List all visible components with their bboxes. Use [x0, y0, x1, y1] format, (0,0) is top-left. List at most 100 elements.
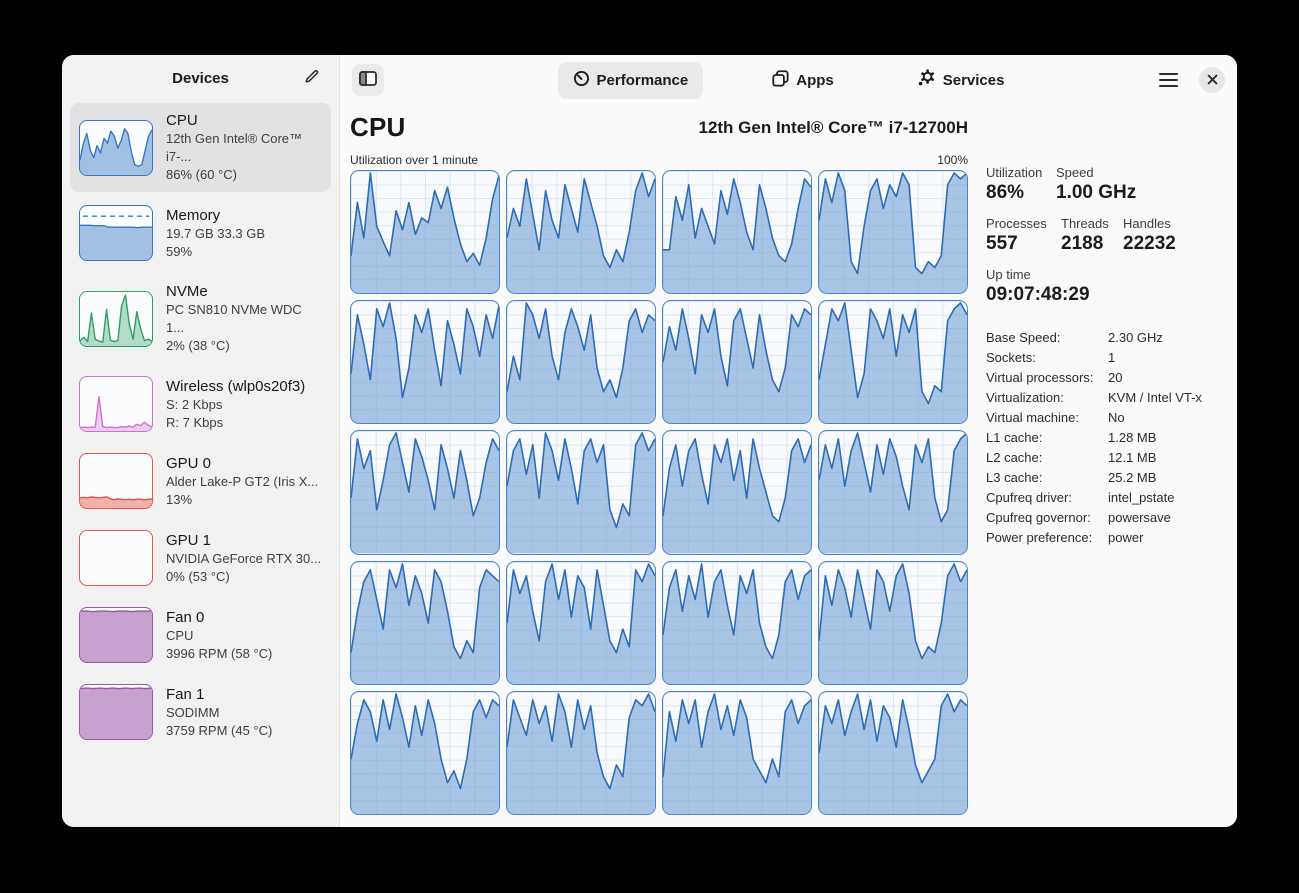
core-graph-20: [818, 691, 968, 815]
sidebar-item-memory[interactable]: Memory19.7 GB 33.3 GB59%: [70, 197, 331, 269]
performance-content: CPU 12th Gen Intel® Core™ i7-12700H Util…: [340, 105, 1237, 827]
detail-value: No: [1108, 408, 1225, 428]
device-status: 2% (38 °C): [166, 337, 322, 355]
detail-row: L1 cache:1.28 MB: [986, 428, 1225, 448]
detail-row: Virtual processors:20: [986, 368, 1225, 388]
window-controls: [1153, 65, 1225, 95]
fan1-mini-graph: [79, 684, 153, 740]
core-graph-1: [350, 170, 500, 294]
detail-label: L3 cache:: [986, 468, 1108, 488]
core-graph-9: [350, 430, 500, 554]
detail-label: Virtual processors:: [986, 368, 1108, 388]
core-graph-18: [506, 691, 656, 815]
detail-label: Sockets:: [986, 348, 1108, 368]
services-gear-icon: [918, 69, 936, 91]
graph-max-label: 100%: [937, 153, 968, 167]
detail-label: Power preference:: [986, 528, 1108, 548]
sidebar-title: Devices: [172, 70, 229, 87]
sidebar-item-cpu[interactable]: CPU12th Gen Intel® Core™ i7-...86% (60 °…: [70, 103, 331, 192]
detail-value: 20: [1108, 368, 1225, 388]
detail-label: Cpufreq governor:: [986, 508, 1108, 528]
gpu0-mini-graph: [79, 453, 153, 509]
close-button[interactable]: [1199, 67, 1225, 93]
sidebar-header: Devices: [62, 55, 339, 101]
pencil-icon: [303, 68, 320, 88]
app-window: Devices CPU12th Gen Intel® Core™ i7-...8…: [62, 55, 1237, 827]
cpu-details-list: Base Speed:2.30 GHzSockets:1Virtual proc…: [986, 328, 1225, 548]
detail-row: L2 cache:12.1 MB: [986, 448, 1225, 468]
device-subtitle: Alder Lake-P GT2 (Iris X...: [166, 473, 318, 491]
detail-label: Cpufreq driver:: [986, 488, 1108, 508]
stat-processes: Processes 557: [986, 216, 1061, 255]
device-status: 3996 RPM (58 °C): [166, 645, 272, 663]
detail-label: Virtualization:: [986, 388, 1108, 408]
sidebar-item-wireless[interactable]: Wireless (wlp0s20f3)S: 2 KbpsR: 7 Kbps: [70, 368, 331, 440]
per-core-utilization-grid: [350, 170, 968, 815]
device-subtitle: NVIDIA GeForce RTX 30...: [166, 550, 321, 568]
core-graph-2: [506, 170, 656, 294]
detail-label: Virtual machine:: [986, 408, 1108, 428]
detail-value: intel_pstate: [1108, 488, 1225, 508]
detail-value: 1.28 MB: [1108, 428, 1225, 448]
core-graph-8: [818, 300, 968, 424]
detail-row: L3 cache:25.2 MB: [986, 468, 1225, 488]
cpu-mini-graph: [79, 120, 153, 176]
detail-value: power: [1108, 528, 1225, 548]
nvme-mini-graph: [79, 291, 153, 347]
edit-devices-button[interactable]: [297, 64, 325, 92]
device-title: GPU 0: [166, 454, 318, 473]
tab-services[interactable]: Services: [903, 61, 1020, 99]
core-graph-10: [506, 430, 656, 554]
device-subtitle: SODIMM: [166, 704, 272, 722]
hamburger-menu-button[interactable]: [1153, 65, 1183, 95]
core-graph-15: [662, 561, 812, 685]
device-status: 86% (60 °C): [166, 166, 322, 184]
main-pane: Performance Apps: [340, 55, 1237, 827]
detail-label: L2 cache:: [986, 448, 1108, 468]
detail-row: Cpufreq governor:powersave: [986, 508, 1225, 528]
device-title: CPU: [166, 111, 322, 130]
sidebar-toggle-button[interactable]: [352, 64, 384, 96]
tab-performance[interactable]: Performance: [558, 62, 704, 99]
cpu-model-name: 12th Gen Intel® Core™ i7-12700H: [406, 118, 969, 138]
detail-row: Sockets:1: [986, 348, 1225, 368]
core-graph-11: [662, 430, 812, 554]
tab-services-label: Services: [943, 72, 1005, 89]
memory-mini-graph: [79, 205, 153, 261]
core-graph-5: [350, 300, 500, 424]
stat-threads: Threads 2188: [1061, 216, 1123, 255]
device-title: Memory: [166, 206, 265, 225]
detail-value: 25.2 MB: [1108, 468, 1225, 488]
core-graph-3: [662, 170, 812, 294]
sidebar-item-gpu1[interactable]: GPU 1NVIDIA GeForce RTX 30...0% (53 °C): [70, 522, 331, 594]
device-subtitle: S: 2 Kbps: [166, 396, 305, 414]
cpu-stats-panel: Utilization 86% Speed 1.00 GHz Processes…: [968, 105, 1225, 815]
core-graph-6: [506, 300, 656, 424]
view-tabs: Performance Apps: [340, 55, 1237, 105]
stat-uptime: Up time 09:07:48:29: [986, 267, 1090, 306]
tab-performance-label: Performance: [597, 72, 689, 89]
core-graph-12: [818, 430, 968, 554]
sidebar-item-fan0[interactable]: Fan 0CPU3996 RPM (58 °C): [70, 599, 331, 671]
device-subtitle: 12th Gen Intel® Core™ i7-...: [166, 130, 322, 166]
detail-value: KVM / Intel VT-x: [1108, 388, 1225, 408]
device-title: GPU 1: [166, 531, 321, 550]
detail-row: Power preference:power: [986, 528, 1225, 548]
detail-row: Base Speed:2.30 GHz: [986, 328, 1225, 348]
core-graph-19: [662, 691, 812, 815]
gpu1-mini-graph: [79, 530, 153, 586]
tab-apps[interactable]: Apps: [757, 62, 849, 99]
sidebar-item-fan1[interactable]: Fan 1SODIMM3759 RPM (45 °C): [70, 676, 331, 748]
device-status: 13%: [166, 491, 318, 509]
detail-label: L1 cache:: [986, 428, 1108, 448]
apps-icon: [772, 70, 789, 91]
device-status: R: 7 Kbps: [166, 414, 305, 432]
graph-caption: Utilization over 1 minute: [350, 153, 478, 167]
device-title: Wireless (wlp0s20f3): [166, 377, 305, 396]
stat-handles: Handles 22232: [1123, 216, 1176, 255]
sidebar-item-gpu0[interactable]: GPU 0Alder Lake-P GT2 (Iris X...13%: [70, 445, 331, 517]
sidebar-item-nvme[interactable]: NVMePC SN810 NVMe WDC 1...2% (38 °C): [70, 274, 331, 363]
device-subtitle: 19.7 GB 33.3 GB: [166, 225, 265, 243]
device-status: 3759 RPM (45 °C): [166, 722, 272, 740]
detail-row: Virtualization:KVM / Intel VT-x: [986, 388, 1225, 408]
